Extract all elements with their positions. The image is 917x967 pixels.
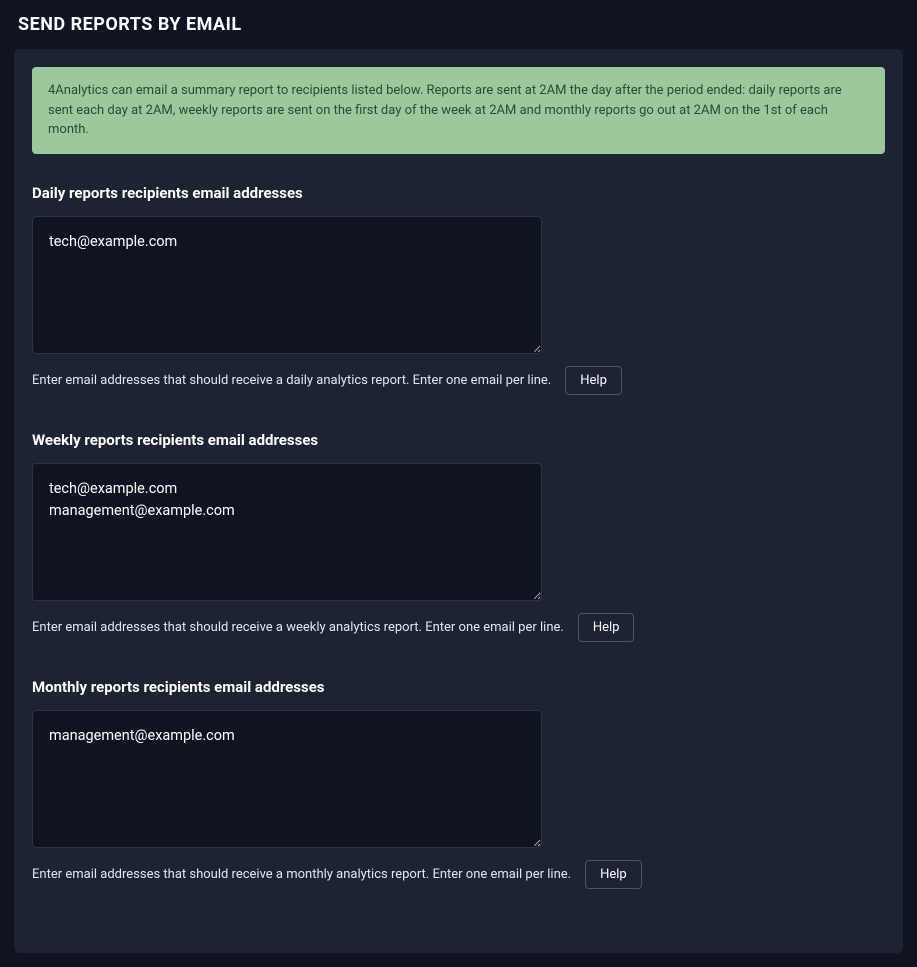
daily-help-button[interactable]: Help (565, 366, 622, 395)
daily-helper-text: Enter email addresses that should receiv… (32, 373, 551, 388)
monthly-helper-text: Enter email addresses that should receiv… (32, 867, 571, 882)
weekly-label: Weekly reports recipients email addresse… (32, 431, 885, 449)
weekly-helper-text: Enter email addresses that should receiv… (32, 620, 564, 635)
daily-helper-row: Enter email addresses that should receiv… (32, 366, 885, 395)
monthly-recipients-input[interactable] (32, 710, 542, 848)
monthly-label: Monthly reports recipients email address… (32, 678, 885, 696)
weekly-recipients-input[interactable] (32, 463, 542, 601)
info-banner: 4Analytics can email a summary report to… (32, 67, 885, 154)
weekly-helper-row: Enter email addresses that should receiv… (32, 613, 885, 642)
daily-section: Daily reports recipients email addresses… (32, 184, 885, 395)
page-title: SEND REPORTS BY EMAIL (18, 14, 903, 35)
monthly-help-button[interactable]: Help (585, 860, 642, 889)
weekly-section: Weekly reports recipients email addresse… (32, 431, 885, 642)
monthly-helper-row: Enter email addresses that should receiv… (32, 860, 885, 889)
daily-recipients-input[interactable] (32, 216, 542, 354)
weekly-help-button[interactable]: Help (578, 613, 635, 642)
monthly-section: Monthly reports recipients email address… (32, 678, 885, 889)
settings-panel: 4Analytics can email a summary report to… (14, 49, 903, 953)
daily-label: Daily reports recipients email addresses (32, 184, 885, 202)
